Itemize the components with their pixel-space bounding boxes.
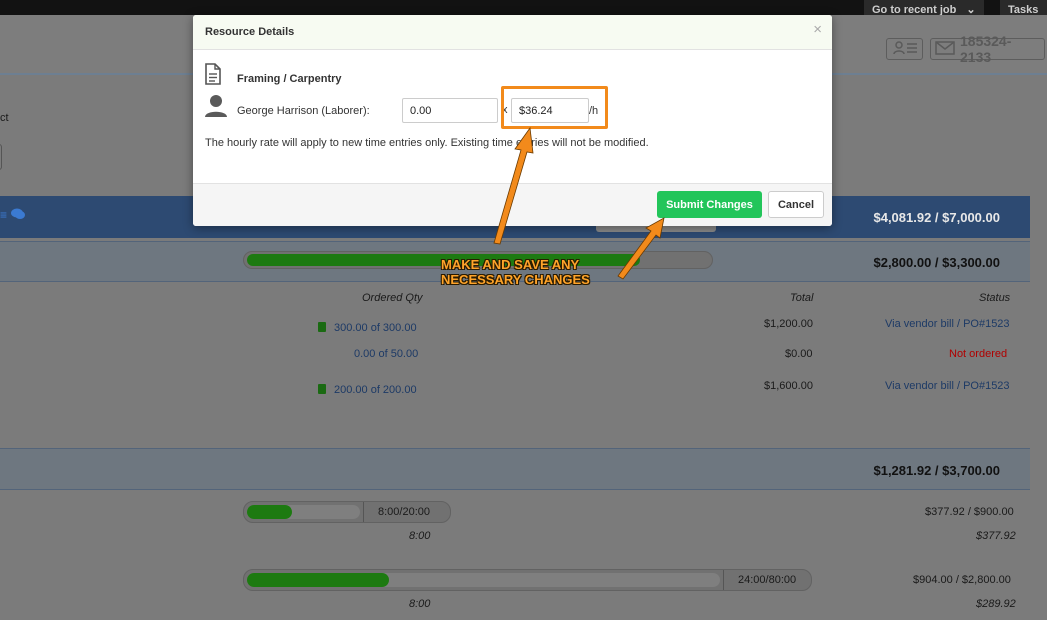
annotation-callout: MAKE AND SAVE ANY NECESSARY CHANGES	[441, 257, 590, 287]
annotation-arrows	[493, 126, 665, 280]
annotation-line-1: MAKE AND SAVE ANY	[441, 257, 580, 272]
annotation-line-2: NECESSARY CHANGES	[441, 272, 590, 287]
